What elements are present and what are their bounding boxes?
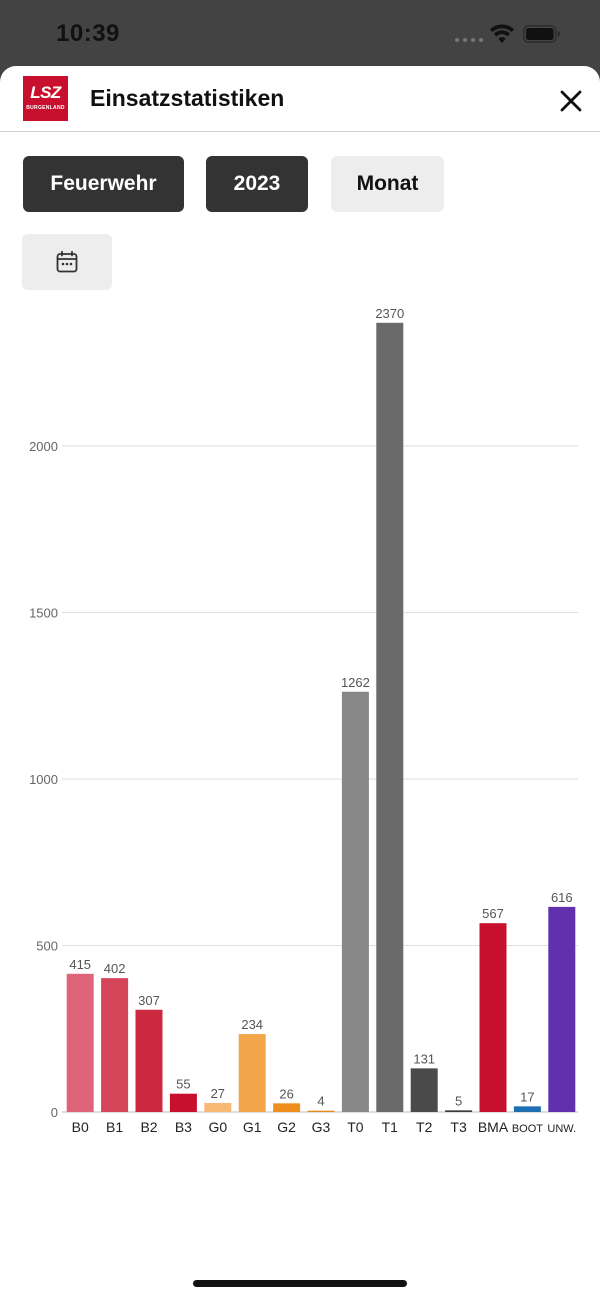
y-tick-label: 1500 <box>29 606 58 621</box>
bar-chart: 0 500 1000 1500 2000 415 B0 402 B1 307 B2 55 B3 27 G0 2… <box>29 306 578 1135</box>
y-tick-label: 1000 <box>29 772 58 787</box>
bar <box>445 1110 473 1112</box>
x-tick-label: T2 <box>416 1119 433 1135</box>
bar <box>101 978 129 1112</box>
bar <box>273 1103 301 1112</box>
x-tick-label: UNW. <box>547 1123 576 1135</box>
bar <box>376 322 404 1112</box>
x-tick-label: G0 <box>208 1119 227 1135</box>
y-tick-label: 500 <box>36 939 58 954</box>
x-tick-label: G2 <box>277 1119 296 1135</box>
y-tick-label: 0 <box>51 1105 58 1120</box>
bar <box>548 906 576 1112</box>
data-label: 307 <box>138 993 160 1008</box>
data-label: 567 <box>482 906 504 921</box>
data-label: 26 <box>279 1086 293 1101</box>
data-label: 616 <box>551 890 573 905</box>
x-tick-label: BOOT <box>512 1123 543 1135</box>
bar <box>307 1110 335 1112</box>
x-tick-label: B2 <box>140 1119 157 1135</box>
data-label: 27 <box>211 1086 225 1101</box>
data-label: 234 <box>241 1017 263 1032</box>
home-indicator[interactable] <box>193 1280 407 1287</box>
stats-sheet: LSZ BURGENLAND Einsatzstatistiken Feuerw… <box>0 66 600 1298</box>
signal-icon <box>455 38 483 42</box>
x-tick-label: G3 <box>312 1119 331 1135</box>
bar <box>479 923 507 1112</box>
battery-icon <box>523 25 560 43</box>
bar <box>410 1068 438 1112</box>
wifi-icon <box>490 24 514 43</box>
x-tick-label: G1 <box>243 1119 262 1135</box>
x-tick-label: T0 <box>347 1119 364 1135</box>
bar <box>513 1106 541 1112</box>
bar <box>238 1034 266 1112</box>
data-label: 415 <box>69 957 91 972</box>
bar <box>204 1103 232 1112</box>
data-label: 17 <box>520 1089 534 1104</box>
data-label: 5 <box>455 1093 462 1108</box>
y-tick-label: 2000 <box>29 439 58 454</box>
data-label: 402 <box>104 961 126 976</box>
x-tick-label: BMA <box>478 1119 509 1135</box>
data-label: 1262 <box>341 675 370 690</box>
status-bar: 10:39 <box>0 0 600 66</box>
bar <box>66 973 94 1112</box>
data-label: 4 <box>317 1094 324 1109</box>
bar <box>341 691 369 1112</box>
status-time: 10:39 <box>56 20 120 47</box>
data-label: 2370 <box>375 306 404 321</box>
x-tick-label: T3 <box>450 1119 467 1135</box>
bar <box>135 1009 163 1112</box>
data-label: 55 <box>176 1077 190 1092</box>
x-tick-label: B1 <box>106 1119 123 1135</box>
bar <box>169 1093 197 1112</box>
x-tick-label: T1 <box>382 1119 399 1135</box>
x-tick-label: B3 <box>175 1119 192 1135</box>
data-label: 131 <box>413 1051 435 1066</box>
x-tick-label: B0 <box>72 1119 89 1135</box>
